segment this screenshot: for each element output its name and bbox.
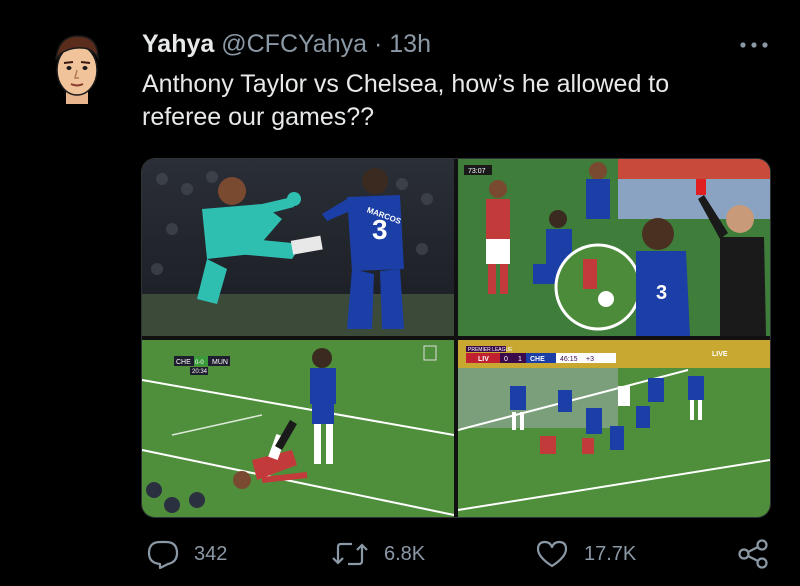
like-count: 17.7K — [584, 542, 637, 565]
heart-icon — [536, 540, 568, 568]
goalkeeper-collision-photo[interactable]: 3 MARCOS — [142, 159, 454, 336]
more-options-button[interactable] — [736, 32, 772, 54]
scoreboard-away-score: 1 — [518, 356, 522, 363]
media-grid[interactable]: 3 MARCOS 73:07 3 CHE 0-0 MUN 20:34 PREMI… — [141, 158, 771, 518]
tackle-photo[interactable]: CHE 0-0 MUN 20:34 — [142, 340, 454, 517]
penalty-area-photo[interactable]: PREMIER LEAGUE LIV 0 1 CHE 46:15 +3 LIVE — [458, 340, 770, 517]
retweet-icon — [332, 542, 368, 566]
scoreboard-away: MUN — [212, 359, 228, 366]
scoreboard-home: CHE — [176, 359, 191, 366]
tweet-text-line-2: referee our games?? — [142, 103, 375, 131]
avatar[interactable] — [46, 30, 108, 104]
reply-count: 342 — [194, 542, 228, 565]
tweet-text: Anthony Taylor vs Chelsea, how’s he allo… — [142, 68, 762, 134]
display-name[interactable]: Yahya — [142, 30, 214, 58]
scoreboard-score: 0-0 — [195, 360, 204, 366]
tweet-header: Yahya @CFCYahya · 13h — [142, 28, 431, 60]
scoreboard-home: LIV — [478, 356, 489, 363]
scoreboard-home-score: 0 — [504, 356, 508, 363]
reply-button[interactable]: 342 — [146, 538, 227, 570]
more-dots-icon — [740, 42, 768, 48]
avatar-image — [55, 35, 99, 104]
retweet-count: 6.8K — [384, 542, 426, 565]
scoreboard-added-time: +3 — [586, 356, 594, 363]
scoreboard-league: PREMIER LEAGUE — [468, 347, 513, 353]
like-button[interactable]: 17.7K — [534, 538, 636, 570]
share-icon — [738, 539, 768, 569]
svg-text:3: 3 — [656, 282, 667, 304]
share-button[interactable] — [736, 538, 784, 570]
tweet-timestamp[interactable]: 13h — [389, 30, 431, 58]
user-handle[interactable]: @CFCYahya — [221, 30, 367, 58]
red-card — [696, 179, 706, 195]
scoreboard-away: CHE — [530, 356, 545, 363]
retweet-button[interactable]: 6.8K — [330, 538, 425, 570]
tweet-text-line-1: Anthony Taylor vs Chelsea, how’s he allo… — [142, 70, 670, 98]
reply-icon — [147, 540, 179, 569]
live-badge: LIVE — [712, 351, 728, 358]
separator-dot: · — [373, 30, 383, 58]
scoreboard-clock: 73:07 — [468, 168, 486, 175]
referee-red-card-photo[interactable]: 73:07 3 — [458, 159, 770, 336]
scoreboard-clock: 20:34 — [192, 369, 208, 375]
scoreboard-clock: 46:15 — [560, 356, 578, 363]
